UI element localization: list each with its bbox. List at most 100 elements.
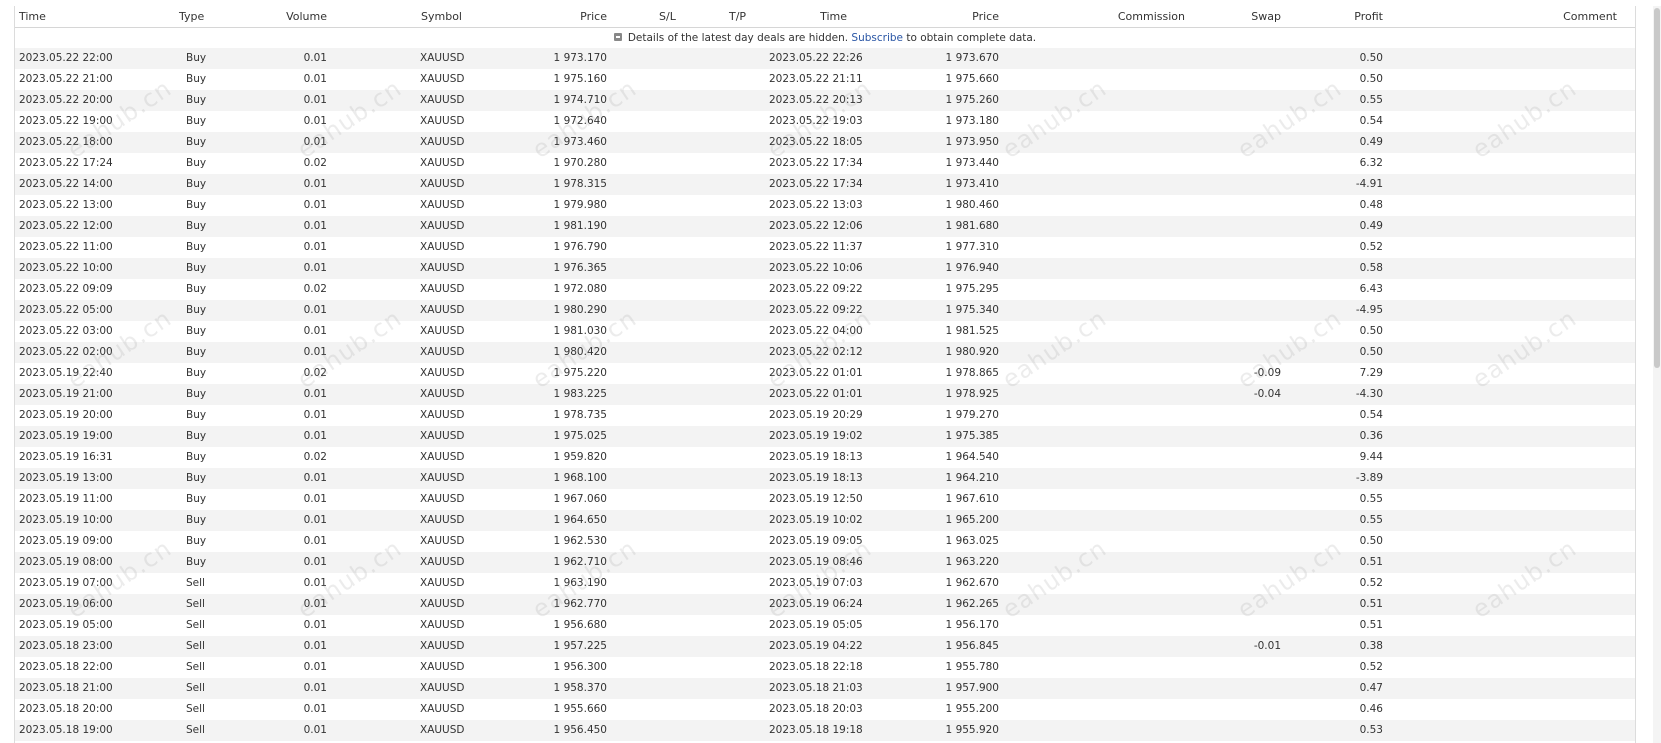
cell-price-close: 1 962.265: [945, 598, 999, 610]
cell-volume: 0.01: [303, 703, 327, 715]
cell-profit: 0.55: [1359, 514, 1383, 526]
cell-symbol: XAUUSD: [420, 178, 465, 190]
table-row: 2023.05.18 23:00 Sell 0.01 XAUUSD 1 957.225 2…: [15, 636, 1635, 657]
cell-price-open: 1 972.080: [553, 283, 607, 295]
header-comment[interactable]: Comment: [1525, 10, 1617, 23]
cell-symbol: XAUUSD: [420, 94, 465, 106]
cell-profit: 0.53: [1359, 724, 1383, 736]
cell-symbol: XAUUSD: [420, 577, 465, 589]
header-price-close[interactable]: Price: [927, 10, 999, 23]
cell-time-open: 2023.05.22 11:00: [19, 241, 113, 253]
cell-symbol: XAUUSD: [420, 346, 465, 358]
table-body: 2023.05.22 22:00 Buy 0.01 XAUUSD 1 973.170 20…: [15, 48, 1635, 741]
cell-price-close: 1 955.780: [945, 661, 999, 673]
table-row: 2023.05.22 20:00 Buy 0.01 XAUUSD 1 974.710 20…: [15, 90, 1635, 111]
cell-volume: 0.01: [303, 514, 327, 526]
cell-price-open: 1 959.820: [553, 451, 607, 463]
cell-symbol: XAUUSD: [420, 136, 465, 148]
cell-symbol: XAUUSD: [420, 325, 465, 337]
header-profit[interactable]: Profit: [1315, 10, 1383, 23]
cell-price-close: 1 964.540: [945, 451, 999, 463]
table-row: 2023.05.19 16:31 Buy 0.02 XAUUSD 1 959.820 20…: [15, 447, 1635, 468]
cell-type: Buy: [186, 136, 207, 148]
cell-price-close: 1 973.180: [945, 115, 999, 127]
cell-profit: 0.47: [1359, 682, 1383, 694]
cell-time-open: 2023.05.22 13:00: [19, 199, 113, 211]
cell-type: Buy: [186, 472, 207, 484]
header-sl[interactable]: S/L: [659, 10, 676, 23]
cell-time-open: 2023.05.19 05:00: [19, 619, 113, 631]
header-time-open[interactable]: Time: [19, 10, 46, 23]
cell-volume: 0.01: [303, 94, 327, 106]
cell-time-open: 2023.05.19 11:00: [19, 493, 113, 505]
cell-type: Buy: [186, 220, 207, 232]
cell-volume: 0.01: [303, 52, 327, 64]
cell-type: Buy: [186, 535, 207, 547]
cell-time-close: 2023.05.19 18:13: [769, 451, 863, 463]
cell-symbol: XAUUSD: [420, 661, 465, 673]
cell-time-open: 2023.05.18 19:00: [19, 724, 113, 736]
cell-price-open: 1 970.280: [553, 157, 607, 169]
cell-type: Buy: [186, 367, 207, 379]
cell-volume: 0.01: [303, 241, 327, 253]
cell-profit: 9.44: [1359, 451, 1383, 463]
vertical-scrollbar[interactable]: [1653, 6, 1661, 743]
cell-volume: 0.01: [303, 136, 327, 148]
header-type[interactable]: Type: [179, 10, 204, 23]
cell-profit: 0.51: [1359, 556, 1383, 568]
table-row: 2023.05.22 12:00 Buy 0.01 XAUUSD 1 981.190 20…: [15, 216, 1635, 237]
cell-time-open: 2023.05.22 19:00: [19, 115, 113, 127]
header-time-close[interactable]: Time: [775, 10, 847, 23]
cell-time-close: 2023.05.22 02:12: [769, 346, 863, 358]
cell-price-open: 1 981.190: [553, 220, 607, 232]
cell-symbol: XAUUSD: [420, 367, 465, 379]
cell-symbol: XAUUSD: [420, 304, 465, 316]
header-price-open[interactable]: Price: [535, 10, 607, 23]
cell-time-open: 2023.05.22 12:00: [19, 220, 113, 232]
cell-profit: 0.50: [1359, 535, 1383, 547]
cell-price-close: 1 956.845: [945, 640, 999, 652]
table-row: 2023.05.22 10:00 Buy 0.01 XAUUSD 1 976.365 20…: [15, 258, 1635, 279]
cell-type: Buy: [186, 346, 207, 358]
cell-time-open: 2023.05.22 03:00: [19, 325, 113, 337]
cell-volume: 0.01: [303, 724, 327, 736]
header-symbol[interactable]: Symbol: [421, 10, 462, 23]
header-swap[interactable]: Swap: [1215, 10, 1281, 23]
cell-time-open: 2023.05.19 06:00: [19, 598, 113, 610]
cell-price-open: 1 975.220: [553, 367, 607, 379]
cell-time-close: 2023.05.22 10:06: [769, 262, 863, 274]
cell-profit: 0.38: [1359, 640, 1383, 652]
cell-time-close: 2023.05.19 07:03: [769, 577, 863, 589]
table-row: 2023.05.19 06:00 Sell 0.01 XAUUSD 1 962.770 2…: [15, 594, 1635, 615]
cell-volume: 0.01: [303, 493, 327, 505]
cell-price-close: 1 967.610: [945, 493, 999, 505]
cell-profit: 7.29: [1359, 367, 1383, 379]
table-header: Time Type Volume Symbol Price S/L T/P Ti…: [15, 6, 1635, 28]
table-row: 2023.05.19 05:00 Sell 0.01 XAUUSD 1 956.680 2…: [15, 615, 1635, 636]
cell-time-close: 2023.05.19 19:02: [769, 430, 863, 442]
cell-price-close: 1 975.260: [945, 94, 999, 106]
subscribe-link[interactable]: Subscribe: [851, 32, 903, 44]
cell-time-open: 2023.05.19 16:31: [19, 451, 113, 463]
scrollbar-thumb[interactable]: [1654, 8, 1660, 368]
cell-time-open: 2023.05.19 22:40: [19, 367, 113, 379]
cell-type: Buy: [186, 241, 207, 253]
cell-symbol: XAUUSD: [420, 220, 465, 232]
cell-type: Buy: [186, 409, 207, 421]
table-row: 2023.05.22 11:00 Buy 0.01 XAUUSD 1 976.790 20…: [15, 237, 1635, 258]
cell-symbol: XAUUSD: [420, 157, 465, 169]
cell-type: Buy: [186, 94, 207, 106]
header-commission[interactable]: Commission: [1095, 10, 1185, 23]
cell-time-close: 2023.05.22 09:22: [769, 304, 863, 316]
cell-time-close: 2023.05.22 17:34: [769, 178, 863, 190]
cell-time-open: 2023.05.22 10:00: [19, 262, 113, 274]
header-tp[interactable]: T/P: [729, 10, 746, 23]
cell-time-close: 2023.05.19 04:22: [769, 640, 863, 652]
cell-profit: 0.50: [1359, 52, 1383, 64]
cell-symbol: XAUUSD: [420, 73, 465, 85]
cell-volume: 0.01: [303, 535, 327, 547]
cell-symbol: XAUUSD: [420, 703, 465, 715]
cell-volume: 0.01: [303, 220, 327, 232]
cell-type: Buy: [186, 283, 207, 295]
header-volume[interactable]: Volume: [255, 10, 327, 23]
